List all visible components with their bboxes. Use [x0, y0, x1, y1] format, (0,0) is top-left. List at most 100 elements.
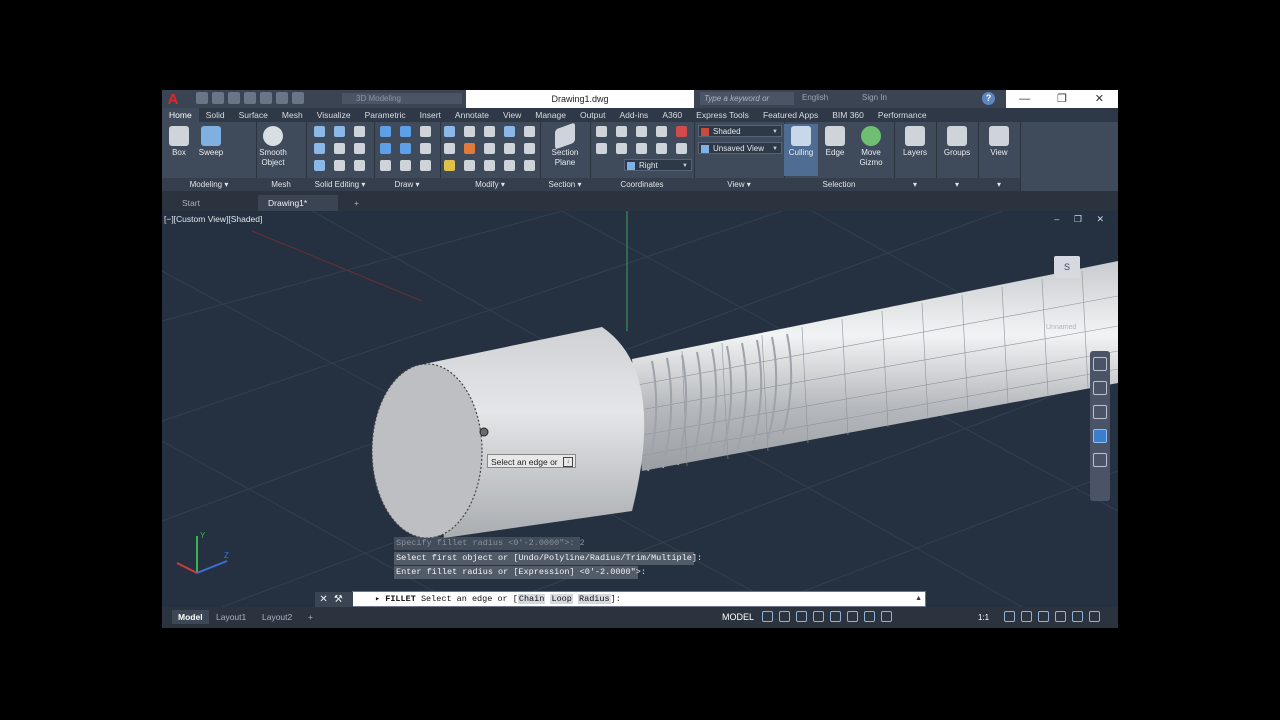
- mirror-icon[interactable]: [524, 126, 535, 137]
- extrude-faces-icon[interactable]: [354, 126, 365, 137]
- tab-add-ins[interactable]: Add-ins: [612, 108, 655, 122]
- ellipse-icon[interactable]: [420, 160, 431, 171]
- showmotion-icon[interactable]: [1093, 453, 1107, 467]
- ortho-icon[interactable]: [796, 611, 807, 622]
- annotation-visibility-icon[interactable]: [881, 611, 892, 622]
- save-as-icon[interactable]: [244, 92, 256, 104]
- steering-wheel-icon[interactable]: [1093, 357, 1107, 371]
- visual-style-dropdown[interactable]: Shaded ▼: [698, 125, 782, 137]
- recent-commands-icon[interactable]: ▲: [915, 592, 922, 606]
- section-plane-button[interactable]: Section Plane: [548, 122, 582, 168]
- help-icon[interactable]: ?: [982, 92, 995, 105]
- tab-view[interactable]: View: [496, 108, 528, 122]
- minimize-button[interactable]: —: [1006, 90, 1043, 108]
- orbit-icon[interactable]: [1093, 429, 1107, 443]
- tab-solid[interactable]: Solid: [199, 108, 232, 122]
- search-input[interactable]: Type a keyword or phrase: [700, 92, 794, 116]
- copy-icon[interactable]: [464, 126, 475, 137]
- command-line[interactable]: ✕⚒ ▸ FILLET Select an edge or [Chain Loo…: [315, 591, 926, 608]
- isodraft-icon[interactable]: [830, 611, 841, 622]
- new-icon[interactable]: [196, 92, 208, 104]
- culling-button[interactable]: Culling: [784, 124, 818, 176]
- panel-label-groups[interactable]: ▾: [936, 178, 978, 191]
- tab-output[interactable]: Output: [573, 108, 613, 122]
- ucs-icon-toggle[interactable]: [676, 126, 687, 137]
- panel-label-view-big[interactable]: ▾: [978, 178, 1020, 191]
- drawing-viewport[interactable]: Y Z [−][Custom View][Shaded] – ❐ ✕ S Unn…: [162, 211, 1118, 607]
- panel-label-modeling[interactable]: Modeling ▾: [162, 178, 256, 191]
- plus-icon[interactable]: [1021, 611, 1032, 622]
- print-icon[interactable]: [260, 92, 272, 104]
- tooltip-options-icon[interactable]: ↓: [563, 457, 573, 467]
- doc-tab-start[interactable]: Start: [172, 195, 210, 211]
- layout-tab-layout1[interactable]: Layout1: [210, 610, 252, 624]
- rectangle-icon[interactable]: [400, 160, 411, 171]
- model-space-button[interactable]: MODEL: [722, 610, 754, 624]
- tab-a360[interactable]: A360: [655, 108, 689, 122]
- 3d-align-icon[interactable]: [484, 160, 495, 171]
- viewport-window-controls[interactable]: – ❐ ✕: [1054, 214, 1110, 225]
- open-icon[interactable]: [212, 92, 224, 104]
- hardware-acceleration-icon[interactable]: [1055, 611, 1066, 622]
- option-chain[interactable]: Chain: [517, 594, 546, 604]
- doc-tab-drawing1[interactable]: Drawing1*: [258, 195, 338, 211]
- erase-icon[interactable]: [524, 143, 535, 154]
- move-icon[interactable]: [444, 126, 455, 137]
- workspace-dropdown[interactable]: 3D Modeling: [342, 93, 462, 104]
- trim-icon[interactable]: [464, 143, 475, 154]
- pan-icon[interactable]: [1093, 381, 1107, 395]
- explode-icon[interactable]: [444, 160, 455, 171]
- ucs-dropdown[interactable]: Right ▼: [624, 159, 692, 171]
- panel-label-modify[interactable]: Modify ▾: [440, 178, 540, 191]
- selected-edge-face[interactable]: [371, 363, 483, 539]
- ucs-world-icon[interactable]: [616, 126, 627, 137]
- 3d-array-icon[interactable]: [524, 160, 535, 171]
- hatch-icon[interactable]: [420, 126, 431, 137]
- polygon-icon[interactable]: [380, 160, 391, 171]
- spline-icon[interactable]: [380, 143, 391, 154]
- tab-express-tools[interactable]: Express Tools: [689, 108, 756, 122]
- close-button[interactable]: ✕: [1081, 90, 1118, 108]
- ucs-icon[interactable]: [596, 126, 607, 137]
- layers-button[interactable]: Layers: [898, 126, 932, 158]
- stretch-icon[interactable]: [484, 126, 495, 137]
- tab-parametric[interactable]: Parametric: [358, 108, 413, 122]
- 3d-mirror-icon[interactable]: [504, 160, 515, 171]
- threaded-rod[interactable]: [632, 261, 1118, 471]
- tab-home[interactable]: Home: [162, 108, 199, 122]
- panel-label-section[interactable]: Section ▾: [540, 178, 590, 191]
- annotation-scale[interactable]: 1:1: [978, 613, 989, 622]
- ucs-zaxis-icon[interactable]: [656, 126, 667, 137]
- subtract-icon[interactable]: [314, 143, 325, 154]
- edge-button[interactable]: Edge: [818, 126, 852, 158]
- tab-annotate[interactable]: Annotate: [448, 108, 496, 122]
- clean-screen-icon[interactable]: [1072, 611, 1083, 622]
- zoom-extents-icon[interactable]: [1093, 405, 1107, 419]
- grid-icon[interactable]: [762, 611, 773, 622]
- app-menu-button[interactable]: A: [164, 92, 182, 107]
- tab-performance[interactable]: Performance: [871, 108, 934, 122]
- customize-wrench-icon[interactable]: ⚒: [334, 594, 349, 605]
- panel-label-view[interactable]: View ▾: [694, 178, 784, 191]
- model-canvas[interactable]: Y Z: [162, 211, 1118, 607]
- tab-mesh[interactable]: Mesh: [275, 108, 310, 122]
- option-radius[interactable]: Radius: [578, 594, 611, 604]
- tab-visualize[interactable]: Visualize: [310, 108, 358, 122]
- offset-edge-icon[interactable]: [334, 160, 345, 171]
- tab-featured-apps[interactable]: Featured Apps: [756, 108, 825, 122]
- layout-tab-model[interactable]: Model: [172, 610, 209, 624]
- undo-icon[interactable]: [276, 92, 288, 104]
- separate-icon[interactable]: [354, 143, 365, 154]
- panel-label-solid-editing[interactable]: Solid Editing ▾: [306, 178, 374, 191]
- tab-insert[interactable]: Insert: [413, 108, 448, 122]
- restore-button[interactable]: ❐: [1043, 90, 1080, 108]
- intersect-icon[interactable]: [314, 160, 325, 171]
- tab-manage[interactable]: Manage: [528, 108, 573, 122]
- panel-label-layers[interactable]: ▾: [894, 178, 936, 191]
- extract-edges-icon[interactable]: [334, 126, 345, 137]
- customization-menu-icon[interactable]: [1089, 611, 1100, 622]
- arc-icon[interactable]: [400, 126, 411, 137]
- save-icon[interactable]: [228, 92, 240, 104]
- circle-icon[interactable]: [420, 143, 431, 154]
- groups-button[interactable]: Groups: [940, 126, 974, 158]
